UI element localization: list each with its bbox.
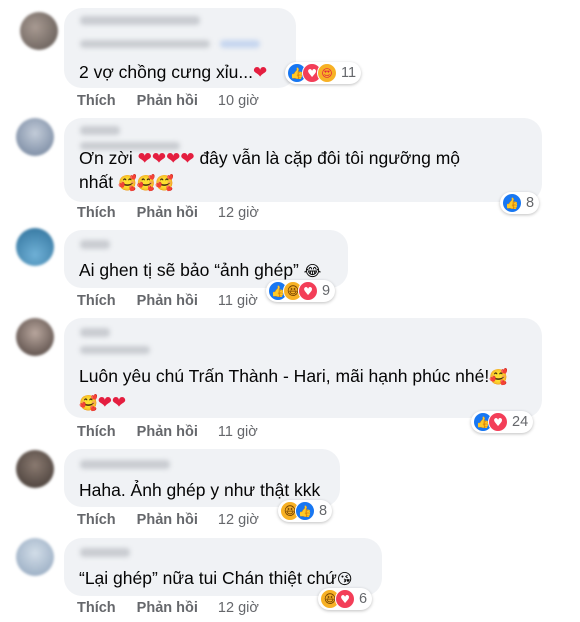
comment-actions: Thích Phản hồi 11 giờ — [77, 424, 258, 440]
reaction-count: 8 — [319, 503, 328, 519]
avatar[interactable] — [20, 12, 58, 50]
reply-link[interactable]: Phản hồi — [137, 93, 198, 109]
timestamp[interactable]: 12 giờ — [218, 205, 259, 221]
comment-text: 🥰❤❤ — [79, 390, 126, 415]
comment-actions: Thích Phản hồi 12 giờ — [77, 512, 259, 528]
like-link[interactable]: Thích — [77, 205, 116, 221]
avatar[interactable] — [16, 450, 54, 488]
heart-emoji-icon: ❤ — [252, 63, 268, 83]
heart-icon: ♥ — [335, 589, 355, 609]
heart-emoji-icon: ❤❤ — [97, 393, 127, 413]
timestamp[interactable]: 11 giờ — [218, 293, 258, 309]
heart-icon: ♥ — [488, 412, 508, 432]
commenter-name[interactable] — [80, 346, 150, 354]
reaction-summary[interactable]: 👍 8 — [500, 192, 540, 214]
comment-actions: Thích Phản hồi 10 giờ — [77, 93, 259, 109]
timestamp[interactable]: 10 giờ — [218, 93, 259, 109]
commenter-name[interactable] — [80, 460, 170, 469]
smiling-face-with-hearts-icon: 🥰🥰🥰 — [117, 174, 174, 192]
reaction-summary[interactable]: 👍 😆 ♥ 9 — [266, 280, 336, 302]
reply-link[interactable]: Phản hồi — [137, 205, 198, 221]
like-link[interactable]: Thích — [77, 424, 116, 440]
reaction-count: 24 — [512, 414, 529, 430]
reaction-count: 9 — [322, 283, 331, 299]
heart-emoji-icon: ❤❤❤❤ — [137, 149, 195, 169]
reaction-summary[interactable]: 😆 ♥ 6 — [318, 588, 373, 610]
reaction-count: 11 — [341, 65, 357, 81]
like-link[interactable]: Thích — [77, 293, 116, 309]
comment-text: nhất 🥰🥰🥰 — [79, 172, 174, 192]
like-link[interactable]: Thích — [77, 600, 116, 616]
follow-badge — [220, 40, 260, 48]
comment-text: 2 vợ chồng cưng xỉu...❤ — [79, 62, 268, 83]
comment-actions: Thích Phản hồi 12 giờ — [77, 600, 259, 616]
laughing-face-icon: 😂 — [303, 262, 322, 280]
reaction-summary[interactable]: 👍 ♥ 24 — [471, 411, 534, 433]
reply-link[interactable]: Phản hồi — [137, 512, 198, 528]
thumbs-up-icon: 👍 — [295, 501, 315, 521]
commenter-name[interactable] — [80, 328, 110, 337]
hug-face-icon: 😍 — [317, 63, 337, 83]
like-link[interactable]: Thích — [77, 512, 116, 528]
commenter-name[interactable] — [80, 240, 110, 249]
avatar[interactable] — [16, 118, 54, 156]
smiling-face-with-hearts-icon: 🥰 — [489, 368, 508, 386]
commenter-name[interactable] — [80, 126, 120, 135]
reaction-summary[interactable]: 👍 ♥ 😍 11 — [285, 62, 362, 84]
timestamp[interactable]: 11 giờ — [218, 424, 258, 440]
reaction-count: 6 — [359, 591, 368, 607]
comment-text: Haha. Ảnh ghép y như thật kkk — [79, 480, 321, 500]
comment-text: “Lại ghép” nữa tui Chán thiệt chứ😘 — [79, 568, 353, 588]
commenter-name[interactable] — [80, 548, 130, 557]
commenter-name[interactable] — [80, 16, 200, 25]
comment-text: Ơn zời ❤❤❤❤ đây vẫn là cặp đôi tôi ngưỡn… — [79, 148, 461, 169]
thumbs-up-icon: 👍 — [502, 193, 522, 213]
comment-text: Luôn yêu chú Trấn Thành - Hari, mãi hạnh… — [79, 366, 508, 386]
heart-icon: ♥ — [298, 281, 318, 301]
reaction-summary[interactable]: 😆 👍 8 — [278, 500, 333, 522]
timestamp[interactable]: 12 giờ — [218, 600, 259, 616]
face-blowing-kiss-icon: 😘 — [336, 570, 353, 588]
smiling-face-with-hearts-icon: 🥰 — [79, 394, 98, 412]
reply-link[interactable]: Phản hồi — [137, 293, 198, 309]
comment-actions: Thích Phản hồi 11 giờ — [77, 293, 258, 309]
like-link[interactable]: Thích — [77, 93, 116, 109]
reply-link[interactable]: Phản hồi — [137, 600, 198, 616]
avatar[interactable] — [16, 228, 54, 266]
commenter-name[interactable] — [80, 40, 210, 48]
avatar[interactable] — [16, 538, 54, 576]
timestamp[interactable]: 12 giờ — [218, 512, 259, 528]
comment-actions: Thích Phản hồi 12 giờ — [77, 205, 259, 221]
reaction-count: 8 — [526, 195, 535, 211]
avatar[interactable] — [16, 318, 54, 356]
reply-link[interactable]: Phản hồi — [137, 424, 198, 440]
